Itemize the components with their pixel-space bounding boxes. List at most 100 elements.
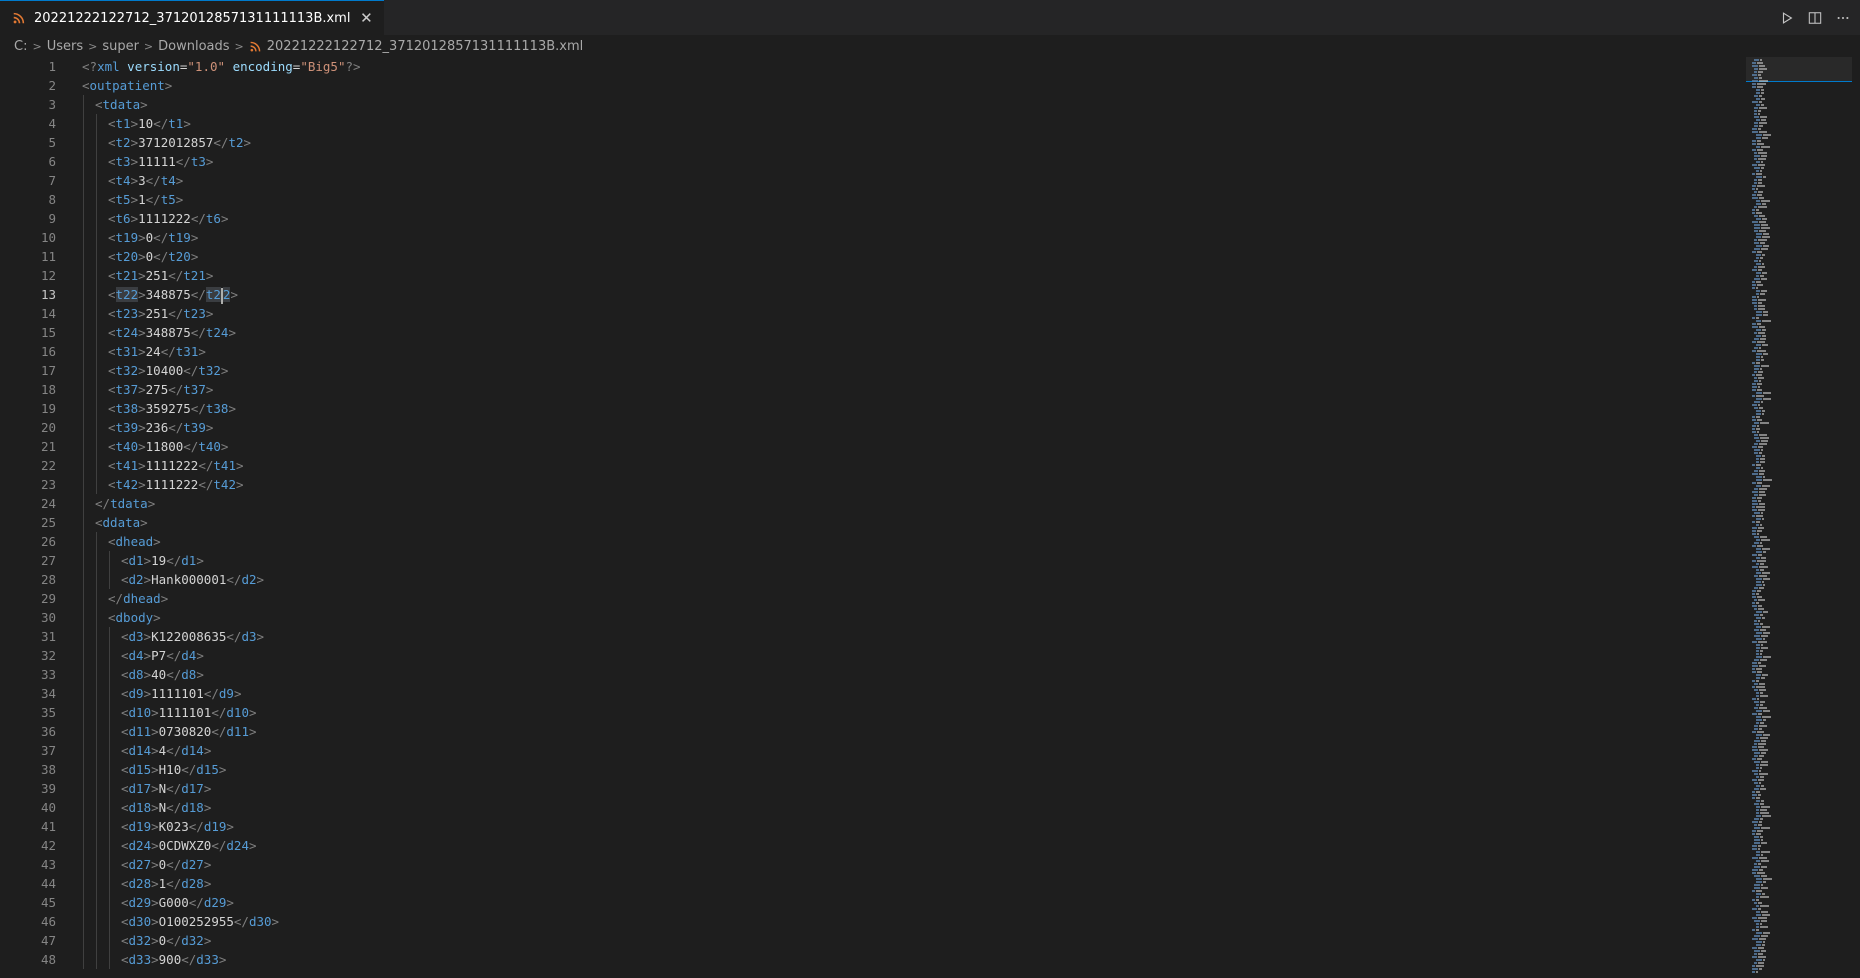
code-line[interactable]: <d8>40</d8> xyxy=(82,665,1732,684)
minimap-line xyxy=(1758,917,1767,919)
minimap-line xyxy=(1752,566,1758,568)
code-line[interactable]: <d17>N</d17> xyxy=(82,779,1732,798)
xml-bracket: </ xyxy=(233,914,249,929)
code-line[interactable]: <d27>0</d27> xyxy=(82,855,1732,874)
code-line[interactable]: <t38>359275</t38> xyxy=(82,399,1732,418)
code-line[interactable]: <d1>19</d1> xyxy=(82,551,1732,570)
code-line[interactable]: <dbody> xyxy=(82,608,1732,627)
code-line[interactable]: <t1>10</t1> xyxy=(82,114,1732,133)
code-line[interactable]: <tdata> xyxy=(82,95,1732,114)
code-line[interactable]: <t23>251</t23> xyxy=(82,304,1732,323)
code-line[interactable]: <t6>1111222</t6> xyxy=(82,209,1732,228)
minimap-line xyxy=(1758,404,1760,406)
minimap-line xyxy=(1754,962,1757,964)
code-line[interactable]: <d32>0</d32> xyxy=(82,931,1732,950)
minimap-line xyxy=(1763,710,1770,712)
code-line[interactable]: </dhead> xyxy=(82,589,1732,608)
minimap-line xyxy=(1763,632,1770,634)
code-line[interactable]: </tdata> xyxy=(82,494,1732,513)
minimap-line xyxy=(1756,686,1765,688)
breadcrumb-item-downloads[interactable]: Downloads xyxy=(158,39,229,54)
code-line[interactable]: <d10>1111101</d10> xyxy=(82,703,1732,722)
xml-bracket: > xyxy=(143,648,152,663)
indent-guide xyxy=(109,779,110,798)
code-line[interactable]: <t5>1</t5> xyxy=(82,190,1732,209)
code-line[interactable]: <t2>3712012857</t2> xyxy=(82,133,1732,152)
minimap-line xyxy=(1757,758,1762,760)
code-line[interactable]: <t20>0</t20> xyxy=(82,247,1732,266)
run-icon[interactable] xyxy=(1780,11,1794,25)
minimap-line xyxy=(1761,467,1763,469)
indent-guide xyxy=(109,950,110,969)
xml-text-value: G000 xyxy=(158,895,189,910)
close-icon[interactable]: ✕ xyxy=(358,9,374,27)
minimap-line xyxy=(1761,539,1770,541)
breadcrumb-item-file[interactable]: 20221222122712_3712012857131111113B.xml xyxy=(267,39,583,54)
minimap-line xyxy=(1754,863,1757,865)
code-line[interactable]: <d33>900</d33> xyxy=(82,950,1732,969)
minimap-line xyxy=(1754,818,1759,820)
line-number: 9 xyxy=(48,211,56,226)
minimap-line xyxy=(1757,530,1762,532)
line-number: 3 xyxy=(48,97,56,112)
minimap-line xyxy=(1758,299,1766,301)
code-line[interactable]: <t22>348875</t2 2> xyxy=(82,285,1732,304)
xml-bracket: < xyxy=(95,97,103,112)
code-area[interactable]: <?xml version="1.0" encoding="Big5"?> <ou… xyxy=(82,57,1732,978)
code-line[interactable]: <d30>O100252955</d30> xyxy=(82,912,1732,931)
xml-bracket: </ xyxy=(166,933,182,948)
breadcrumb-item-user[interactable]: super xyxy=(102,39,139,54)
code-line[interactable]: <d29>G000</d29> xyxy=(82,893,1732,912)
code-line[interactable]: <t31>24</t31> xyxy=(82,342,1732,361)
more-actions-icon[interactable] xyxy=(1836,11,1850,25)
indent-guide xyxy=(83,475,84,494)
split-editor-icon[interactable] xyxy=(1808,11,1822,25)
code-line[interactable]: <d2>Hank000001</d2> xyxy=(82,570,1732,589)
minimap-line xyxy=(1756,335,1761,337)
xml-bracket: > xyxy=(138,382,146,397)
code-line[interactable]: <d3>K122008635</d3> xyxy=(82,627,1732,646)
code-line[interactable]: <t24>348875</t24> xyxy=(82,323,1732,342)
code-line[interactable]: <t4>3</t4> xyxy=(82,171,1732,190)
minimap-line xyxy=(1756,92,1760,94)
code-line[interactable]: <d4>P7</d4> xyxy=(82,646,1732,665)
code-line[interactable]: <d28>1</d28> xyxy=(82,874,1732,893)
code-line[interactable]: <?xml version="1.0" encoding="Big5"?> xyxy=(82,57,1732,76)
code-line[interactable]: <dhead> xyxy=(82,532,1732,551)
code-line[interactable]: <t41>1111222</t41> xyxy=(82,456,1732,475)
breadcrumb-item-drive[interactable]: C: xyxy=(14,39,27,54)
minimap-line xyxy=(1761,440,1768,442)
code-line[interactable]: <d9>1111101</d9> xyxy=(82,684,1732,703)
code-line[interactable]: <t19>0</t19> xyxy=(82,228,1732,247)
minimap-line xyxy=(1752,302,1757,304)
xml-bracket: < xyxy=(121,553,129,568)
code-line[interactable]: <t21>251</t21> xyxy=(82,266,1732,285)
xml-tag-name: t3 xyxy=(190,154,206,169)
code-line[interactable]: <outpatient> xyxy=(82,76,1732,95)
minimap[interactable] xyxy=(1746,57,1852,978)
code-editor[interactable]: 1 2 3 4 5 6 7 8 9 10 11 12 13 14 15 16 17 18 19 20 21 22 23 24 2… xyxy=(0,57,1860,978)
editor-tab-active[interactable]: 20221222122712_3712012857131111113B.xml … xyxy=(0,0,385,35)
code-line[interactable]: <d11>0730820</d11> xyxy=(82,722,1732,741)
code-line[interactable]: <t42>1111222</t42> xyxy=(82,475,1732,494)
code-line[interactable]: <d19>K023</d19> xyxy=(82,817,1732,836)
code-line[interactable]: <t32>10400</t32> xyxy=(82,361,1732,380)
code-line[interactable]: <d18>N</d18> xyxy=(82,798,1732,817)
code-line[interactable]: <t3>11111</t3> xyxy=(82,152,1732,171)
code-line[interactable]: <d24>0CDWXZ0</d24> xyxy=(82,836,1732,855)
xml-bracket: > xyxy=(256,572,265,587)
breadcrumb-item-users[interactable]: Users xyxy=(47,39,83,54)
code-line[interactable]: <t39>236</t39> xyxy=(82,418,1732,437)
code-line[interactable]: <d14>4</d14> xyxy=(82,741,1732,760)
minimap-line xyxy=(1754,248,1760,250)
code-line[interactable]: <ddata> xyxy=(82,513,1732,532)
minimap-line xyxy=(1756,764,1759,766)
code-line[interactable]: <t37>275</t37> xyxy=(82,380,1732,399)
minimap-line xyxy=(1757,425,1759,427)
code-line[interactable]: <d15>H10</d15> xyxy=(82,760,1732,779)
code-line[interactable]: <t40>11800</t40> xyxy=(82,437,1732,456)
minimap-line xyxy=(1757,590,1761,592)
xml-tag-name: t42 xyxy=(115,477,139,492)
minimap-line xyxy=(1754,728,1758,730)
xml-bracket: < xyxy=(121,781,129,796)
